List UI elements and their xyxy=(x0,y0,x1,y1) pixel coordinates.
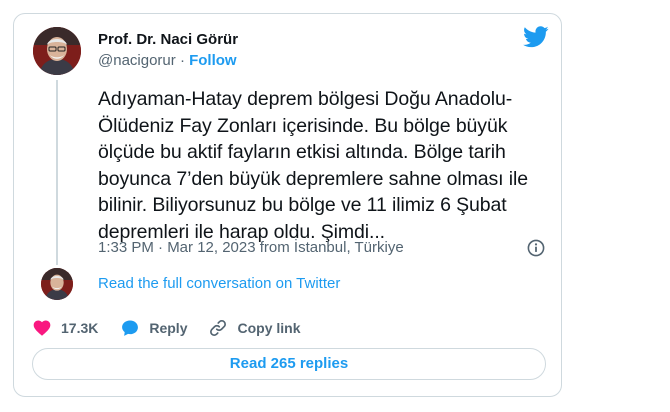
read-replies-button[interactable]: Read 265 replies xyxy=(32,348,546,380)
copy-link-label: Copy link xyxy=(237,320,301,336)
author-handle[interactable]: @nacigorur xyxy=(98,52,176,69)
info-circle-icon[interactable] xyxy=(526,238,546,258)
action-bar: 17.3K Reply Copy link xyxy=(32,316,301,340)
author-avatar[interactable] xyxy=(33,27,81,75)
tweet-text: Adıyaman-Hatay deprem bölgesi Doğu Anado… xyxy=(98,88,528,243)
author-name[interactable]: Prof. Dr. Naci Görür xyxy=(98,31,238,48)
link-icon xyxy=(210,320,227,336)
twitter-bird-icon[interactable] xyxy=(523,26,549,48)
author-handle-row: @nacigorur · Follow xyxy=(98,52,237,69)
tweet-embed-card: Prof. Dr. Naci Görür @nacigorur · Follow… xyxy=(13,13,562,397)
like-button[interactable]: 17.3K xyxy=(32,318,98,338)
thread-line xyxy=(56,80,58,265)
like-count: 17.3K xyxy=(61,320,99,336)
conversation-avatar[interactable] xyxy=(41,268,73,300)
read-full-conversation-link[interactable]: Read the full conversation on Twitter xyxy=(98,275,340,292)
heart-icon xyxy=(33,320,51,336)
reply-button[interactable]: Reply xyxy=(120,318,187,338)
speech-bubble-icon xyxy=(122,320,139,336)
follow-button[interactable]: Follow xyxy=(189,52,237,69)
separator-dot: · xyxy=(179,52,185,69)
copy-link-button[interactable]: Copy link xyxy=(208,318,301,338)
reply-label: Reply xyxy=(149,320,188,336)
tweet-timestamp[interactable]: 1:33 PM · Mar 12, 2023 from İstanbul, Tü… xyxy=(98,239,404,256)
